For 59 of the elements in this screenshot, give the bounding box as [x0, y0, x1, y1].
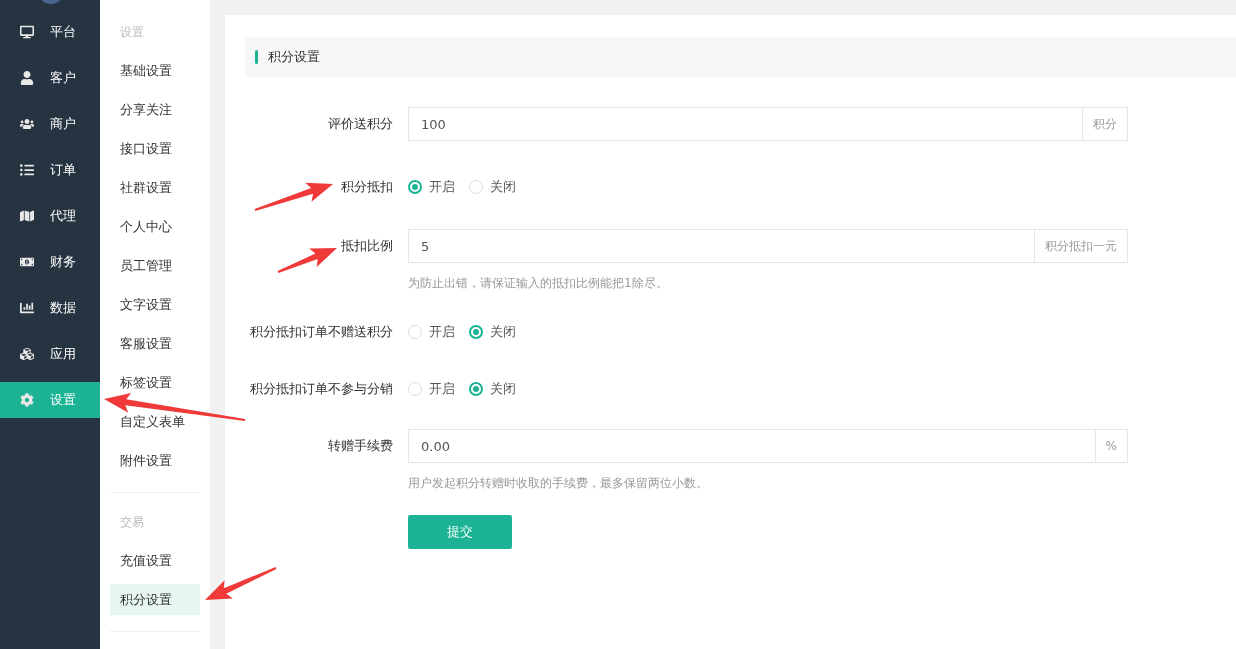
subnav-item[interactable]: 自定义表单: [110, 406, 200, 437]
radio-button[interactable]: [469, 325, 483, 339]
sidebar-item[interactable]: 数据: [0, 290, 100, 326]
input-field[interactable]: 0.00: [408, 429, 1095, 463]
radio-option[interactable]: 开启: [408, 380, 455, 398]
radio-button[interactable]: [469, 382, 483, 396]
field-label: 评价送积分: [328, 115, 393, 133]
field-label: 积分抵扣: [341, 178, 393, 196]
subnav-heading: 交易: [119, 513, 145, 531]
subnav-item[interactable]: 员工管理: [110, 250, 200, 281]
map-icon: [20, 209, 34, 223]
subnav-item[interactable]: 标签设置: [110, 367, 200, 398]
accent-bar: [255, 50, 258, 64]
radio-option[interactable]: 开启: [408, 323, 455, 341]
subnav-item[interactable]: 文字设置: [110, 289, 200, 320]
users-icon: [20, 117, 34, 131]
radio-option[interactable]: 关闭: [469, 178, 516, 196]
arrow-annotation: [277, 248, 337, 273]
user-icon: [20, 71, 34, 85]
section-title: 积分设置: [268, 48, 320, 66]
sidebar-item[interactable]: 客户: [0, 60, 100, 96]
field-label: 转赠手续费: [328, 437, 393, 455]
radio-option[interactable]: 开启: [408, 178, 455, 196]
radio-button[interactable]: [408, 180, 422, 194]
input-field[interactable]: 5: [408, 229, 1034, 263]
help-text: 用户发起积分转赠时收取的手续费，最多保留两位小数。: [408, 475, 709, 492]
subnav-item[interactable]: 社群设置: [110, 172, 200, 203]
input-suffix: %: [1094, 429, 1128, 463]
monitor-icon: [20, 25, 34, 39]
input-suffix: 积分抵扣一元: [1034, 229, 1128, 263]
subnav-item[interactable]: 基础设置: [110, 55, 200, 86]
sidebar-item[interactable]: 财务: [0, 244, 100, 280]
field-label: 抵扣比例: [341, 237, 393, 255]
subnav-item[interactable]: 附件设置: [110, 445, 200, 476]
arrow-annotation: [205, 567, 277, 600]
subnav-heading: 设置: [119, 23, 145, 41]
sidebar-item[interactable]: 订单: [0, 152, 100, 188]
subnav-item[interactable]: 个人中心: [110, 211, 200, 242]
subnav-item[interactable]: 积分设置: [110, 584, 200, 615]
radio-option[interactable]: 关闭: [469, 380, 516, 398]
cubes-icon: [20, 347, 34, 361]
subnav-item[interactable]: 充值设置: [110, 545, 200, 576]
field-label: 积分抵扣订单不赠送积分: [250, 323, 393, 341]
subnav-item[interactable]: 分享关注: [110, 94, 200, 125]
radio-option[interactable]: 关闭: [469, 323, 516, 341]
subnav-item[interactable]: 接口设置: [110, 133, 200, 164]
sidebar-item[interactable]: 代理: [0, 198, 100, 234]
settings-icon: [20, 393, 34, 407]
input-field[interactable]: 100: [408, 107, 1082, 141]
bar-chart-icon: [20, 301, 34, 315]
list-icon: [20, 163, 34, 177]
sidebar-item[interactable]: 应用: [0, 336, 100, 372]
banknote-icon: [20, 255, 34, 269]
subnav-item[interactable]: 客服设置: [110, 328, 200, 359]
help-text: 为防止出错，请保证输入的抵扣比例能把1除尽。: [408, 275, 669, 292]
sidebar-item[interactable]: 商户: [0, 106, 100, 142]
field-label: 积分抵扣订单不参与分销: [250, 380, 393, 398]
input-suffix: 积分: [1082, 107, 1128, 141]
sidebar-item[interactable]: 平台: [0, 14, 100, 50]
